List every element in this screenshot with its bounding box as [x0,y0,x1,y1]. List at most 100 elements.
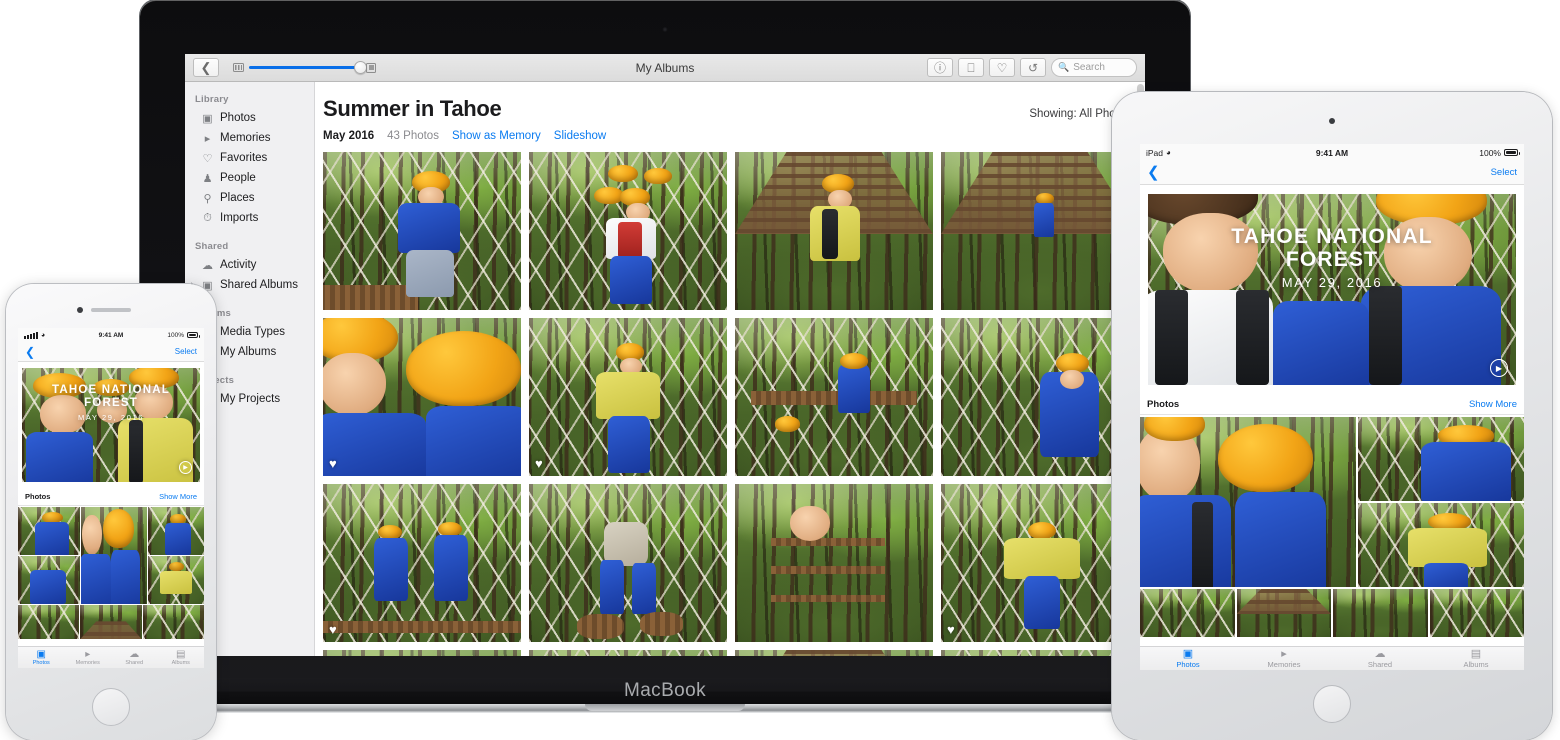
table-row[interactable] [529,650,727,656]
table-row[interactable] [323,152,521,310]
list-item[interactable] [1140,589,1235,637]
zoom-slider-track[interactable] [249,61,367,74]
iphone-photos-section-header: Photos Show More [18,488,204,506]
tab-shared[interactable]: ☁ Shared [111,649,158,666]
battery-full-icon [1504,149,1520,156]
favorite-badge-icon: ♥ [329,456,337,471]
table-row[interactable] [735,152,933,310]
share-button[interactable]: ⎕ [958,58,984,77]
list-item[interactable] [1140,417,1356,587]
table-row[interactable] [941,318,1139,476]
sidebar-section-library-label: Library [195,94,229,105]
thumbnail-zoom-slider[interactable] [233,61,376,74]
clock-icon: ⏱ [203,211,212,224]
tab-photos[interactable]: ▣ Photos [18,649,65,666]
table-row[interactable] [941,650,1139,656]
back-button[interactable]: ❮ [25,346,35,358]
tab-albums[interactable]: ▤ Albums [158,649,205,666]
tab-memories[interactable]: ▸ Memories [65,649,112,666]
sidebar-item-imports[interactable]: ⏱ Imports [185,208,314,228]
tab-label: Photos [32,659,50,666]
memory-title-line1: TAHOE NATIONAL [1231,224,1433,248]
table-row[interactable]: ♥ [941,484,1139,642]
rotate-button[interactable]: ↺ [1020,58,1046,77]
table-row[interactable]: ♥ [323,484,521,642]
table-row[interactable] [941,152,1139,310]
memories-icon: ▸ [1281,647,1287,660]
list-item[interactable] [148,507,204,555]
memory-hero[interactable]: TAHOE NATIONAL FOREST MAY 29, 2016 ▶ [1148,194,1516,385]
table-row[interactable] [323,650,521,656]
play-icon[interactable]: ▶ [179,461,192,474]
list-item[interactable] [148,556,204,604]
album-content: Summer in Tahoe May 2016 43 Photos Show … [315,82,1145,656]
sidebar-item-memories[interactable]: ▸ Memories [185,128,314,148]
rotate-icon: ↺ [1027,60,1039,75]
list-item[interactable] [142,605,204,639]
sidebar-item-favorites[interactable]: ♡ Favorites [185,148,314,168]
front-camera-icon [1329,118,1335,124]
battery-full-icon [187,332,200,338]
table-row[interactable]: ♥ [529,318,727,476]
status-time: 9:41 AM [1315,147,1349,158]
ipad-device: iPad ◕ 9:41 AM 100% ❮ Select TAHOE NATIO… [1112,92,1552,740]
home-button[interactable] [92,688,130,726]
select-button[interactable]: Select [175,347,197,356]
thumbnail-large-icon [366,62,376,73]
list-item[interactable] [1358,503,1524,587]
home-button[interactable] [1313,685,1351,723]
page-title: Summer in Tahoe [323,96,502,121]
sidebar-item-photos[interactable]: ▣ Photos [185,108,314,128]
back-button[interactable]: ❮ [193,58,219,77]
ipad-tab-bar: ▣ Photos ▸ Memories ☁ Shared ▤ Albums [1140,646,1524,670]
table-row[interactable]: ♥ [323,318,521,476]
favorite-button[interactable]: ♡ [989,58,1015,77]
list-item[interactable] [1358,417,1524,501]
sidebar-item-activity[interactable]: ☁ Activity [185,255,314,275]
slideshow-link[interactable]: Slideshow [554,130,606,142]
table-row[interactable] [735,650,933,656]
sidebar-item-places[interactable]: ⚲ Places [185,188,314,208]
list-item[interactable] [81,507,147,604]
macbook-device: ❮ My Albums ⓘ ⎕ ♡ ↺ 🔍 Search Library ▣ P… [132,0,1198,713]
list-item[interactable] [18,556,80,604]
list-item[interactable] [18,605,80,639]
back-button[interactable]: ❮ [1147,165,1160,180]
show-more-link[interactable]: Show More [159,492,197,501]
table-row[interactable] [529,152,727,310]
ipad-screen: iPad ◕ 9:41 AM 100% ❮ Select TAHOE NATIO… [1140,144,1524,670]
iphone-nav-bar: ❮ Select [18,342,204,362]
album-meta: May 2016 43 Photos Show as Memory Slides… [315,122,1145,142]
macbook-brand-label: MacBook [623,680,706,701]
select-button[interactable]: Select [1491,167,1517,178]
list-item[interactable] [80,605,142,639]
table-row[interactable] [735,318,933,476]
memory-hero[interactable]: TAHOE NATIONAL FOREST MAY 29, 2016 ▶ [22,368,200,482]
macbook-lid-notch [585,704,745,711]
list-item[interactable] [1429,589,1524,637]
sidebar-item-people[interactable]: ♟ People [185,168,314,188]
sidebar-item-label: Activity [220,259,257,271]
info-button[interactable]: ⓘ [927,58,953,77]
table-row[interactable] [735,484,933,642]
iphone-mosaic-column [148,507,204,604]
table-row[interactable] [529,484,727,642]
info-circle-icon: ⓘ [933,60,946,75]
search-input[interactable]: 🔍 Search [1051,58,1137,77]
memory-overlay-text: TAHOE NATIONAL FOREST MAY 29, 2016 [1148,225,1516,291]
memory-title-line2: FOREST [1285,248,1379,272]
sidebar-item-label: My Albums [220,346,277,358]
tab-albums[interactable]: ▤ Albums [1428,648,1524,669]
show-more-link[interactable]: Show More [1469,399,1517,410]
list-item[interactable] [1236,589,1331,637]
list-item[interactable] [18,507,80,555]
tab-shared[interactable]: ☁ Shared [1332,648,1428,669]
show-as-memory-link[interactable]: Show as Memory [452,130,541,142]
tab-photos[interactable]: ▣ Photos [1140,648,1236,669]
iphone-device: ◕ 9:41 AM 100% ❮ Select TAHOE NATIONAL F… [6,284,216,740]
photos-icon: ▣ [202,112,213,125]
heart-icon: ♡ [202,152,213,165]
tab-memories[interactable]: ▸ Memories [1236,647,1332,669]
list-item[interactable] [1333,589,1428,637]
play-icon[interactable]: ▶ [1490,359,1508,377]
